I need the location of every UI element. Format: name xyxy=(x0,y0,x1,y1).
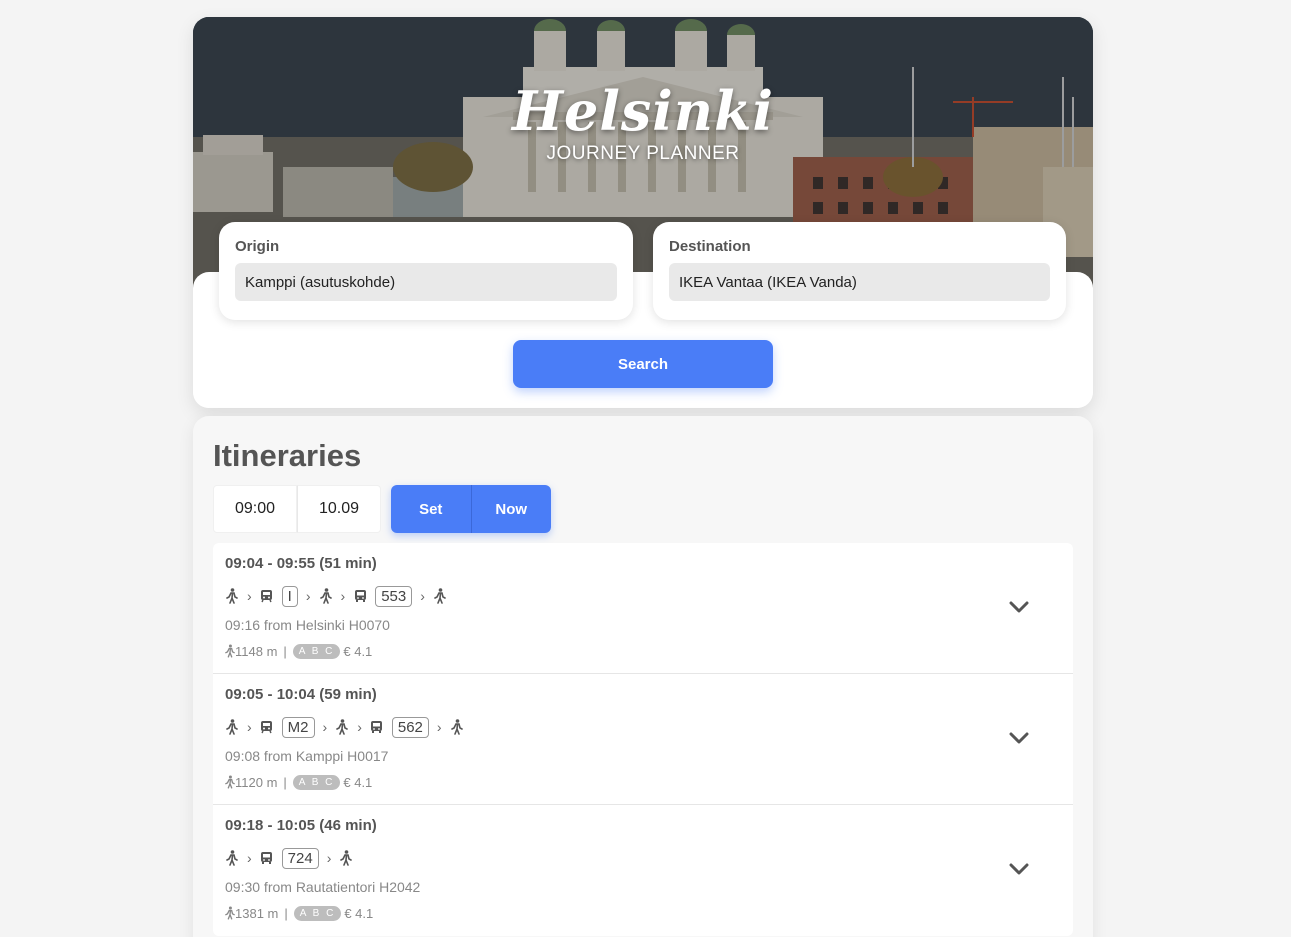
zone-badge: A B C xyxy=(293,905,342,921)
chevron-down-icon[interactable] xyxy=(1007,595,1031,619)
chevron-right-icon: › xyxy=(326,850,332,866)
line-badge: 562 xyxy=(391,716,429,738)
itinerary-list: 09:04 - 09:55 (51 min) › I › › 553 › 09:… xyxy=(213,543,1073,936)
line-badge: 553 xyxy=(375,585,413,607)
walk-icon xyxy=(225,588,239,604)
line-badge: 724 xyxy=(281,847,319,869)
separator: | xyxy=(283,774,287,790)
itinerary-time-range: 09:18 - 10:05 (46 min) xyxy=(225,817,377,834)
itinerary-meta: 1381 m | A B C € 4.1 xyxy=(225,905,1061,921)
chevron-right-icon: › xyxy=(420,588,425,604)
walk-icon xyxy=(339,850,353,866)
itinerary-legs: › M2 › › 562 › xyxy=(225,716,1061,738)
itinerary-item[interactable]: 09:18 - 10:05 (46 min) › 724 › 09:30 fro… xyxy=(213,805,1073,936)
metro-icon xyxy=(260,719,274,735)
bus-icon xyxy=(353,588,367,604)
bus-icon xyxy=(370,719,384,735)
app-title: Helsinki xyxy=(512,79,774,143)
chevron-right-icon: › xyxy=(340,588,346,604)
itinerary-legs: › I › › 553 › xyxy=(225,585,1061,607)
search-button[interactable]: Search xyxy=(513,340,773,388)
chevron-down-icon[interactable] xyxy=(1007,726,1031,750)
itinerary-time-range: 09:04 - 09:55 (51 min) xyxy=(225,555,377,572)
walk-icon xyxy=(450,719,464,735)
search-card: Helsinki JOURNEY PLANNER Origin Destinat… xyxy=(193,17,1093,408)
line-badge: I xyxy=(281,585,298,607)
time-input[interactable]: 09:00 xyxy=(213,485,297,533)
zone-badge: A B C xyxy=(292,774,341,790)
set-button[interactable]: Set xyxy=(391,485,471,533)
walk-distance: 1120 m xyxy=(235,774,278,790)
origin-field-card: Origin xyxy=(219,222,633,320)
itinerary-item[interactable]: 09:04 - 09:55 (51 min) › I › › 553 › 09:… xyxy=(213,543,1073,674)
itineraries-card: Itineraries 09:00 10.09 Set Now 09:04 - … xyxy=(193,416,1093,937)
walk-icon xyxy=(433,588,447,604)
chevron-right-icon: › xyxy=(436,719,442,735)
chevron-right-icon: › xyxy=(247,850,252,866)
destination-field-card: Destination xyxy=(653,222,1066,320)
bus-icon xyxy=(260,850,274,866)
itinerary-time-range: 09:05 - 10:04 (59 min) xyxy=(225,686,377,703)
itinerary-legs: › 724 › xyxy=(225,847,1061,869)
time-button-group: Set Now xyxy=(391,485,551,533)
itinerary-departure: 09:08 from Kamppi H0017 xyxy=(225,748,389,764)
itineraries-title: Itineraries xyxy=(213,438,362,473)
train-icon xyxy=(260,588,274,604)
chevron-down-icon[interactable] xyxy=(1007,857,1031,881)
walk-icon xyxy=(225,643,235,659)
itinerary-item[interactable]: 09:05 - 10:04 (59 min) › M2 › › 562 › 09… xyxy=(213,674,1073,805)
origin-input[interactable] xyxy=(235,263,617,301)
ticket-price: € 4.1 xyxy=(344,905,374,921)
ticket-price: € 4.1 xyxy=(343,774,373,790)
destination-label: Destination xyxy=(669,238,751,255)
line-badge: M2 xyxy=(281,716,315,738)
walk-icon xyxy=(225,774,235,790)
itinerary-meta: 1148 m | A B C € 4.1 xyxy=(225,643,1061,659)
itinerary-departure: 09:16 from Helsinki H0070 xyxy=(225,617,390,633)
itinerary-departure: 09:30 from Rautatientori H2042 xyxy=(225,879,421,895)
walk-icon xyxy=(225,719,239,735)
destination-input[interactable] xyxy=(669,263,1050,301)
ticket-price: € 4.1 xyxy=(343,643,373,659)
chevron-right-icon: › xyxy=(247,588,252,604)
walk-icon xyxy=(225,905,235,921)
walk-distance: 1148 m xyxy=(235,643,278,659)
origin-label: Origin xyxy=(235,238,280,255)
separator: | xyxy=(283,643,287,659)
chevron-right-icon: › xyxy=(357,719,362,735)
date-input[interactable]: 10.09 xyxy=(297,485,381,533)
separator: | xyxy=(284,905,288,921)
walk-icon xyxy=(335,719,349,735)
now-button[interactable]: Now xyxy=(470,485,551,533)
itinerary-meta: 1120 m | A B C € 4.1 xyxy=(225,774,1061,790)
chevron-right-icon: › xyxy=(247,719,252,735)
zone-badge: A B C xyxy=(292,643,341,659)
app-subtitle: JOURNEY PLANNER xyxy=(546,143,740,164)
chevron-right-icon: › xyxy=(305,588,311,604)
walk-distance: 1381 m xyxy=(235,905,279,921)
walk-icon xyxy=(225,850,239,866)
walk-icon xyxy=(319,588,333,604)
chevron-right-icon: › xyxy=(322,719,328,735)
